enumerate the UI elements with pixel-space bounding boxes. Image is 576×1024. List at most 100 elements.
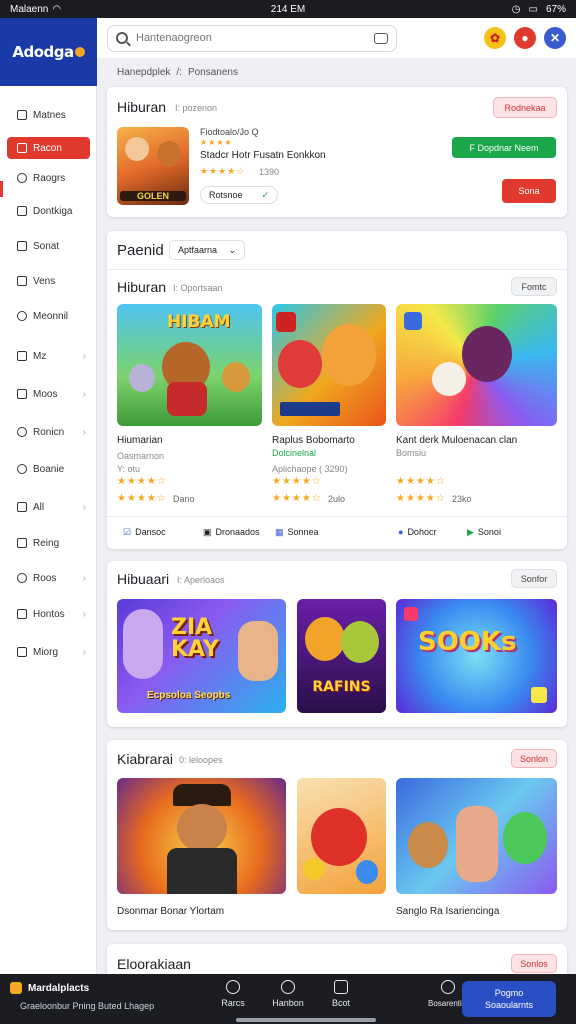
sidebar-item-11[interactable]: All › [7,496,90,518]
home-indicator[interactable] [236,1018,376,1022]
chevron-right-icon: › [82,426,86,438]
kids-tile-2[interactable] [297,778,386,894]
featured-stars-top: ★★★★ [200,138,233,147]
sidebar-label: Miorg [33,646,59,658]
featured-rating-pill[interactable]: Rotsnoe ✓ [200,186,278,204]
sidebar-item-3[interactable]: Dontkiga [7,200,90,222]
game-1-title[interactable]: Hiumarian [117,435,163,446]
featured-tag[interactable]: Rodnekaa [493,97,557,118]
thumb-caption: GOLEN [120,191,186,201]
action-4[interactable]: ● Dohocr [390,523,445,541]
game-3-title[interactable]: Kant derk Muloenacan clan [396,435,517,446]
action-label: Dronaados [215,527,260,537]
action-label: Dohocr [407,527,437,537]
status-left: Malaenn ◠ [10,4,61,15]
character-ball-icon [278,340,322,388]
section-heading: Hibuaari [117,571,170,587]
more-button[interactable]: Sonfor [511,569,557,588]
sidebar-label: Matnes [33,109,66,121]
app-badge-icon [404,312,422,330]
brand-logo[interactable]: Adodga [0,18,97,86]
featured-secondary-button[interactable]: Sona [502,179,556,203]
nav-item-3[interactable]: Bcot [316,980,366,1008]
character-frog-icon [503,812,547,864]
game-2-title[interactable]: Raplus Bobomarto [272,435,355,446]
kids-caption-1[interactable]: Dsonmar Bonar Ylortam [117,906,224,917]
character-cat-icon [129,364,155,392]
featured-app-title: Fiodtoalo/Jo Q [200,127,259,137]
sidebar-item-2[interactable]: Raogrs [7,167,90,189]
card-icon [17,351,27,361]
action-5[interactable]: ▶ Sonoi [459,523,509,541]
nav-item-2[interactable]: Hanbon [263,980,313,1008]
game-tile-3[interactable] [396,304,557,426]
character-bear-icon [157,141,181,167]
nav-item-1[interactable]: Rarcs [208,980,258,1008]
bottom-caption: Graeloonbur Pning Buted Lhagep [20,1001,155,1011]
sidebar-item-6[interactable]: Meonnil [7,305,90,327]
character-fox-icon [322,324,376,386]
action-2[interactable]: ▣ Dronaados [195,523,268,541]
action-1[interactable]: ☑ Dansoc [115,523,174,541]
kids-caption-2[interactable]: Sanglo Ra Isariencinga [396,906,499,917]
game-1-rating: Dano [173,494,195,504]
sidebar-item-1[interactable]: Racon [7,137,90,159]
game-2-stars-a: ★★★★☆ [272,476,322,487]
sidebar-item-8[interactable]: Moos › [7,383,90,405]
status-right: ◷ ▭ 67% [512,4,566,15]
camera-icon[interactable] [374,32,388,44]
section-heading: Kiabrarai [117,751,174,767]
banner-1[interactable]: ZIA KAY Ecpsoloa Seopbs [117,599,286,713]
more-button[interactable]: Sonlos [511,954,557,973]
game-tile-2[interactable] [272,304,386,426]
bell-icon [17,427,27,437]
search-bar[interactable] [107,24,397,52]
wallet-icon [17,206,27,216]
sidebar-item-14[interactable]: Hontos › [7,603,90,625]
character-bunny-icon [432,362,466,396]
kids-tile-3[interactable] [396,778,557,894]
cta-button[interactable]: Pogmo Soaoularnts [462,981,556,1017]
cta-line2: Soaoularnts [484,1000,534,1010]
breadcrumb-part2[interactable]: Ponsanens [188,67,238,78]
divider [107,516,567,517]
section-heading: Eloorakiaan [117,956,191,972]
breadcrumb-part1[interactable]: Hanepdplek [117,67,170,78]
grid-icon: ▦ [275,526,284,537]
kids-tile-1[interactable] [117,778,286,894]
sidebar-item-4[interactable]: Sonat [7,235,90,257]
sidebar-item-10[interactable]: Boanie [7,458,90,480]
section-heading: Paenid [117,242,164,259]
tools-icon[interactable]: ✕ [544,27,566,49]
featured-card: Hiburan I: pozenon Rodnekaa GOLEN Fiodto… [107,87,567,217]
banner-3[interactable]: SOOKs [396,599,557,713]
banner-2[interactable]: RAFINS [297,599,386,713]
top-actions: ✿ ● ✕ [484,27,566,49]
marketplace-badge[interactable]: Mardalplacts [10,982,89,994]
sidebar-item-13[interactable]: Roos › [7,567,90,589]
signal-icon: ▭ [528,3,538,15]
more-button[interactable]: Fomtc [511,277,557,296]
wifi-icon: ◠ [52,3,62,15]
chevron-right-icon: › [82,350,86,362]
sidebar-item-15[interactable]: Miorg › [7,641,90,663]
filter-dropdown[interactable]: Aptfaarna ⌄ [169,240,245,260]
breadcrumb: Hanepdplek /: Ponsanens [97,58,576,86]
sidebar-item-7[interactable]: Mz › [7,345,90,367]
game-tile-1[interactable]: HIBAM [117,304,262,426]
download-button[interactable]: F Dopdnar Neem [452,137,556,158]
sidebar-item-0[interactable]: Matnes [7,104,90,126]
sidebar-item-9[interactable]: Ronicn › [7,421,90,443]
more-button[interactable]: Sonlon [511,749,557,768]
featured-subtitle: I: pozenon [175,103,218,113]
game-2-stars-b: ★★★★☆ [272,493,322,504]
coin-icon[interactable]: ✿ [484,27,506,49]
search-input[interactable] [136,32,366,44]
subsection-heading: Hiburan [117,279,167,295]
sidebar-item-5[interactable]: Vens [7,270,90,292]
app-badge-icon [276,312,296,332]
sidebar-item-12[interactable]: Reing [7,532,90,554]
featured-thumbnail[interactable]: GOLEN [117,127,189,205]
notification-icon[interactable]: ● [514,27,536,49]
action-3[interactable]: ▦ Sonnea [267,523,327,541]
